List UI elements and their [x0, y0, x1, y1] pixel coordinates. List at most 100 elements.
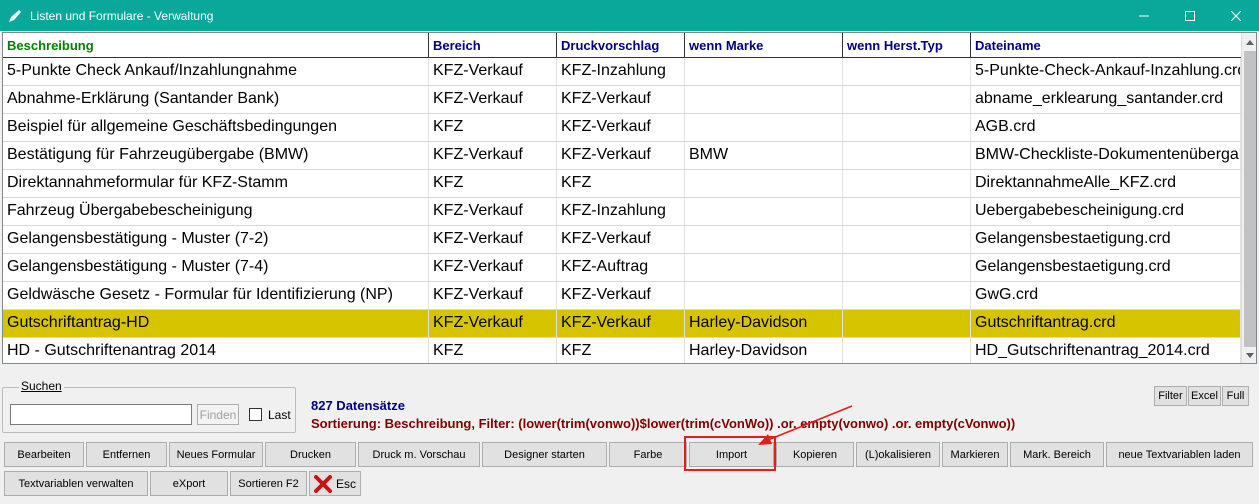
table-row[interactable]: Gelangensbestätigung - Muster (7-4) KFZ-V… [3, 254, 1241, 282]
table-row[interactable]: Fahrzeug Übergabebescheinigung KFZ-Verkau… [3, 198, 1241, 226]
maximize-icon [1185, 10, 1195, 21]
close-button[interactable] [1213, 0, 1259, 31]
table-row[interactable]: 5-Punkte Check Ankauf/Inzahlungnahme KFZ-… [3, 58, 1241, 86]
cell-druckvorschlag: KFZ-Auftrag [557, 254, 685, 281]
column-header-bereich[interactable]: Bereich [429, 33, 557, 58]
cell-bereich: KFZ [429, 338, 557, 363]
cell-dateiname: abname_erklearung_santander.crd [971, 86, 1241, 113]
scroll-up-button[interactable] [1242, 34, 1256, 50]
cell-druckvorschlag: KFZ [557, 170, 685, 197]
column-header-beschreibung[interactable]: Beschreibung [3, 33, 429, 58]
cell-bereich: KFZ-Verkauf [429, 198, 557, 225]
cell-dateiname: HD_Gutschriftenantrag_2014.crd [971, 338, 1241, 363]
cell-beschreibung: Geldwäsche Gesetz - Formular für Identif… [3, 282, 429, 309]
cell-wenn-marke [685, 86, 843, 113]
table-row[interactable]: Abnahme-Erklärung (Santander Bank) KFZ-Ve… [3, 86, 1241, 114]
table-row[interactable]: Direktannahmeformular für KFZ-Stamm KFZ KF… [3, 170, 1241, 198]
cell-wenn-marke [685, 114, 843, 141]
cell-beschreibung: Gelangensbestätigung - Muster (7-4) [3, 254, 429, 281]
cell-bereich: KFZ-Verkauf [429, 226, 557, 253]
column-header-dateiname[interactable]: Dateiname [971, 33, 1241, 58]
search-group: Suchen Finden Last [2, 379, 296, 433]
excel-button[interactable]: Excel [1188, 386, 1221, 406]
cell-druckvorschlag: KFZ-Inzahlung [557, 198, 685, 225]
last-checkbox-label: Last [268, 408, 291, 422]
finden-button[interactable]: Finden [197, 404, 239, 425]
cell-wenn-marke [685, 282, 843, 309]
cell-druckvorschlag: KFZ-Verkauf [557, 86, 685, 113]
red-x-icon [314, 474, 332, 493]
neues-formular-button[interactable]: Neues Formular [169, 442, 263, 467]
cell-druckvorschlag: KFZ-Verkauf [557, 226, 685, 253]
title-bar: Listen und Formulare - Verwaltung [0, 0, 1259, 31]
column-header-wenn-marke[interactable]: wenn Marke [685, 33, 843, 58]
cell-wenn-marke [685, 254, 843, 281]
cell-bereich: KFZ-Verkauf [429, 142, 557, 169]
entfernen-button[interactable]: Entfernen [86, 442, 167, 467]
table-row[interactable]: Beispiel für allgemeine Geschäftsbedingu… [3, 114, 1241, 142]
cell-wenn-herst-typ [843, 58, 971, 85]
markieren-button[interactable]: Markieren [942, 442, 1008, 467]
cell-druckvorschlag: KFZ-Inzahlung [557, 58, 685, 85]
pen-icon [9, 10, 21, 22]
sort-filter-info: Sortierung: Beschreibung, Filter: (lower… [311, 416, 1016, 431]
cell-beschreibung: 5-Punkte Check Ankauf/Inzahlungnahme [3, 58, 429, 85]
table-row[interactable]: Geldwäsche Gesetz - Formular für Identif… [3, 282, 1241, 310]
cell-beschreibung: Beispiel für allgemeine Geschäftsbedingu… [3, 114, 429, 141]
bearbeiten-button[interactable]: Bearbeiten [4, 442, 84, 467]
export-button[interactable]: eXport [150, 471, 228, 496]
textvariablen-verwalten-button[interactable]: Textvariablen verwalten [4, 471, 148, 496]
column-header-wenn-herst-typ[interactable]: wenn Herst.Typ [843, 33, 971, 58]
vertical-scrollbar[interactable] [1241, 33, 1256, 363]
window-title: Listen und Formulare - Verwaltung [30, 9, 214, 23]
last-checkbox[interactable] [249, 408, 262, 421]
sortieren-button[interactable]: Sortieren F2 [230, 471, 307, 496]
cell-wenn-herst-typ [843, 114, 971, 141]
cell-dateiname: Gelangensbestaetigung.crd [971, 226, 1241, 253]
cell-dateiname: Gelangensbestaetigung.crd [971, 254, 1241, 281]
full-button[interactable]: Full [1222, 386, 1249, 406]
close-icon [1231, 10, 1241, 21]
neue-textvariablen-laden-button[interactable]: neue Textvariablen laden [1106, 442, 1253, 467]
minimize-button[interactable] [1121, 0, 1167, 31]
druck-vorschau-button[interactable]: Druck m. Vorschau [358, 442, 480, 467]
cell-dateiname: AGB.crd [971, 114, 1241, 141]
scroll-down-button[interactable] [1242, 347, 1256, 363]
maximize-button[interactable] [1167, 0, 1213, 31]
scrollbar-thumb[interactable] [1244, 51, 1256, 347]
drucken-button[interactable]: Drucken [265, 442, 356, 467]
table-row[interactable]: Gutschriftantrag-HD KFZ-Verkauf KFZ-Verkau… [3, 310, 1241, 338]
kopieren-button[interactable]: Kopieren [776, 442, 854, 467]
column-header-druckvorschlag[interactable]: Druckvorschlag [557, 33, 685, 58]
cell-bereich: KFZ-Verkauf [429, 58, 557, 85]
cell-bereich: KFZ-Verkauf [429, 86, 557, 113]
cell-bereich: KFZ-Verkauf [429, 282, 557, 309]
forms-table[interactable]: Beschreibung Bereich Druckvorschlag wenn… [2, 32, 1257, 364]
cell-druckvorschlag: KFZ-Verkauf [557, 142, 685, 169]
cell-wenn-herst-typ [843, 310, 971, 337]
cell-beschreibung: Gelangensbestätigung - Muster (7-2) [3, 226, 429, 253]
table-row[interactable]: Bestätigung für Fahrzeugübergabe (BMW) KF… [3, 142, 1241, 170]
lokalisieren-button[interactable]: (L)okalisieren [856, 442, 940, 467]
search-input[interactable] [10, 404, 192, 425]
cell-wenn-marke [685, 198, 843, 225]
cell-druckvorschlag: KFZ-Verkauf [557, 282, 685, 309]
esc-button[interactable]: Esc [309, 471, 361, 496]
filter-button[interactable]: Filter [1154, 386, 1187, 406]
cell-wenn-herst-typ [843, 170, 971, 197]
cell-wenn-marke: BMW [685, 142, 843, 169]
table-row[interactable]: HD - Gutschriftenantrag 2014 KFZ KFZ Harley… [3, 338, 1241, 363]
cell-wenn-herst-typ [843, 254, 971, 281]
farbe-button[interactable]: Farbe [609, 442, 687, 467]
cell-druckvorschlag: KFZ-Verkauf [557, 310, 685, 337]
search-group-label: Suchen [19, 379, 64, 393]
designer-starten-button[interactable]: Designer starten [482, 442, 607, 467]
cell-beschreibung: Gutschriftantrag-HD [3, 310, 429, 337]
mark-bereich-button[interactable]: Mark. Bereich [1010, 442, 1104, 467]
cell-dateiname: DirektannahmeAlle_KFZ.crd [971, 170, 1241, 197]
cell-wenn-marke: Harley-Davidson [685, 338, 843, 363]
cell-beschreibung: Direktannahmeformular für KFZ-Stamm [3, 170, 429, 197]
table-row[interactable]: Gelangensbestätigung - Muster (7-2) KFZ-V… [3, 226, 1241, 254]
cell-dateiname: BMW-Checkliste-Dokumentenübergab [971, 142, 1241, 169]
cell-beschreibung: Fahrzeug Übergabebescheinigung [3, 198, 429, 225]
